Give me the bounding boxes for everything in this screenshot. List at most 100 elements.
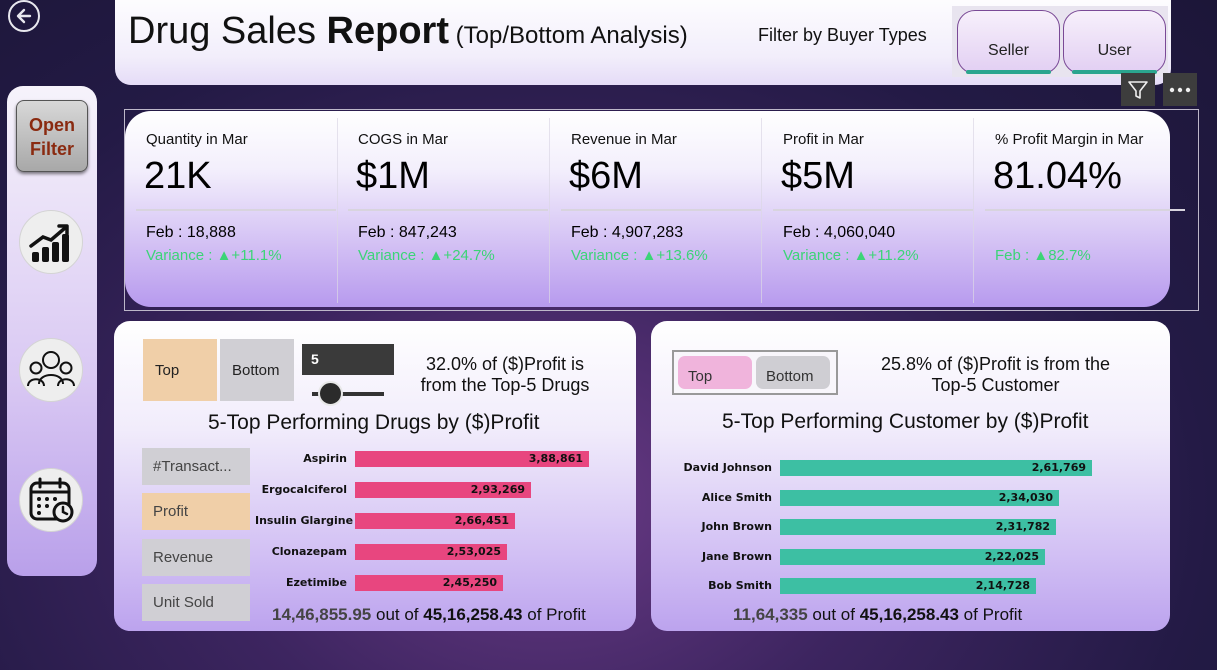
footer-part: 11,64,335: [733, 605, 808, 624]
slicer-user-label: User: [1097, 42, 1132, 59]
back-button[interactable]: [8, 0, 40, 32]
funnel-icon: [1128, 80, 1148, 99]
kpi-previous: Feb : 4,060,040: [783, 224, 896, 241]
customer-bar-label: Alice Smith: [701, 490, 772, 504]
kpi-rule: [561, 209, 761, 211]
share-line: 32.0% of ($)Profit is: [425, 354, 585, 374]
slicer-user-button[interactable]: User: [1063, 10, 1166, 74]
slicer-seller-button[interactable]: Seller: [957, 10, 1060, 74]
metric-profit-button[interactable]: Profit: [142, 493, 250, 530]
toggle-label: Bottom: [232, 361, 280, 379]
title-subtitle: (Top/Bottom Analysis): [449, 22, 688, 49]
toggle-label: Bottom: [766, 368, 814, 385]
kpi-variance: Variance : ▲+11.2%: [783, 247, 919, 264]
page-title: Drug Sales Report (Top/Bottom Analysis): [128, 10, 688, 53]
drugs-profit-share: 32.0% of ($)Profit is from the Top-5 Dru…: [400, 354, 610, 396]
kpi-rule: [348, 209, 548, 211]
drug-bar-label: Insulin Glargine: [255, 514, 354, 527]
kpi-variance: Feb : ▲82.7%: [995, 247, 1091, 264]
drugs-bar-chart: Aspirin 3,88,861 Ergocalciferol 2,93,269 Ins…: [255, 446, 625, 596]
kpi-label: % Profit Margin in Mar: [995, 131, 1144, 148]
customers-top-toggle[interactable]: Top: [678, 356, 752, 389]
open-filter-label-2: Filter: [29, 139, 74, 159]
footer-end: of Profit: [958, 605, 1023, 624]
title-main: Drug Sales: [128, 10, 327, 52]
kpi-previous: Feb : 4,907,283: [571, 224, 684, 241]
drug-bar-label: Ezetimibe: [286, 576, 347, 589]
customer-bar-label: Jane Brown: [702, 549, 772, 563]
footer-end: of Profit: [522, 605, 586, 624]
footer-total: 45,16,258.43: [859, 605, 959, 624]
top-n-slider-thumb[interactable]: [318, 381, 343, 406]
kpi-cogs: COGS in Mar $1M Feb : 847,243 Variance :…: [348, 111, 563, 301]
metric-unit-sold-button[interactable]: Unit Sold: [142, 584, 250, 621]
share-line: from the Top-5 Drugs: [420, 375, 590, 395]
top-n-input[interactable]: 5: [302, 344, 394, 375]
nav-customers-button[interactable]: [19, 338, 83, 402]
metric-revenue-button[interactable]: Revenue: [142, 539, 250, 576]
kpi-variance: Variance : ▲+13.6%: [571, 247, 708, 264]
footer-part: 14,46,855.95: [272, 605, 372, 624]
customer-bar-label: Bob Smith: [708, 579, 772, 592]
slicer-seller-label: Seller: [988, 42, 1029, 59]
footer-mid: out of: [371, 605, 424, 624]
kpi-value: $6M: [569, 155, 643, 197]
drugs-chart-title: 5-Top Performing Drugs by ($)Profit: [208, 411, 540, 434]
drug-bar-label: Ergocalciferol: [261, 483, 347, 496]
customer-bar-value: 2,34,030: [998, 490, 1053, 504]
customers-chart-title: 5-Top Performing Customer by ($)Profit: [722, 410, 1089, 433]
kpi-value: $5M: [781, 155, 855, 197]
share-line: Top-5 Customer: [931, 375, 1060, 395]
drugs-bottom-toggle[interactable]: Bottom: [220, 339, 294, 401]
kpi-value: 81.04%: [993, 155, 1122, 197]
share-line: 25.8% of ($)Profit is from the: [880, 354, 1111, 374]
drug-bar-value: 2,93,269: [470, 483, 525, 496]
more-options-button[interactable]: [1163, 73, 1197, 106]
drug-bar-label: Clonazepam: [271, 545, 347, 558]
kpi-rule: [136, 209, 336, 211]
growth-chart-icon: [29, 224, 69, 262]
customer-bar-value: 2,22,025: [984, 549, 1039, 563]
customer-bar-label: John Brown: [701, 520, 772, 533]
kpi-profit: Profit in Mar $5M Feb : 4,060,040 Varian…: [773, 111, 988, 301]
footer-mid: out of: [807, 605, 860, 624]
filter-visual-button[interactable]: [1121, 73, 1155, 106]
kpi-rule: [773, 209, 973, 211]
kpi-rule: [985, 209, 1185, 211]
drugs-top-toggle[interactable]: Top: [143, 339, 217, 401]
nav-sales-trend-button[interactable]: [19, 210, 83, 274]
drug-bar-value: 2,53,025: [446, 545, 501, 558]
kpi-label: Revenue in Mar: [571, 131, 677, 148]
people-group-icon: [27, 351, 75, 387]
kpi-label: Quantity in Mar: [146, 131, 248, 148]
customers-profit-share: 25.8% of ($)Profit is from the Top-5 Cus…: [858, 354, 1133, 396]
kpi-quantity: Quantity in Mar 21K Feb : 18,888 Varianc…: [136, 111, 351, 301]
arrow-left-icon: [16, 8, 32, 24]
open-filter-button[interactable]: Open Filter: [16, 100, 88, 172]
kpi-previous: Feb : 847,243: [358, 224, 457, 241]
customers-bottom-toggle[interactable]: Bottom: [756, 356, 830, 389]
kpi-value: 21K: [144, 155, 212, 197]
nav-calendar-button[interactable]: [19, 468, 83, 532]
metric-transactions-button[interactable]: #Transact...: [142, 448, 250, 485]
drug-bar-label: Aspirin: [303, 452, 347, 465]
kpi-label: Profit in Mar: [783, 131, 864, 148]
drugs-footer: 14,46,855.95 out of 45,16,258.43 of Prof…: [272, 605, 586, 625]
drug-bar-value: 3,88,861: [528, 452, 583, 465]
toggle-label: Top: [688, 368, 713, 385]
buyer-filter-label: Filter by Buyer Types: [758, 25, 927, 45]
calendar-clock-icon: [29, 477, 74, 523]
customer-bar-label: David Johnson: [683, 461, 772, 474]
kpi-revenue: Revenue in Mar $6M Feb : 4,907,283 Varia…: [561, 111, 776, 301]
title-bold: Report: [326, 10, 449, 52]
customers-bar-chart: David Johnson 2,61,769 Alice Smith 2,34,030…: [660, 455, 1140, 600]
kpi-label: COGS in Mar: [358, 131, 449, 148]
open-filter-label-1: Open: [28, 115, 75, 135]
kpi-profit-margin: % Profit Margin in Mar 81.04% Feb : ▲82.…: [985, 111, 1200, 301]
kpi-value: $1M: [356, 155, 430, 197]
customers-footer: 11,64,335 out of 45,16,258.43 of Profit: [733, 605, 1022, 625]
kpi-previous: Feb : 18,888: [146, 224, 236, 241]
drug-bar-value: 2,66,451: [454, 514, 509, 527]
customer-bar-value: 2,14,728: [975, 579, 1030, 592]
kpi-variance: Variance : ▲+11.1%: [146, 247, 282, 264]
